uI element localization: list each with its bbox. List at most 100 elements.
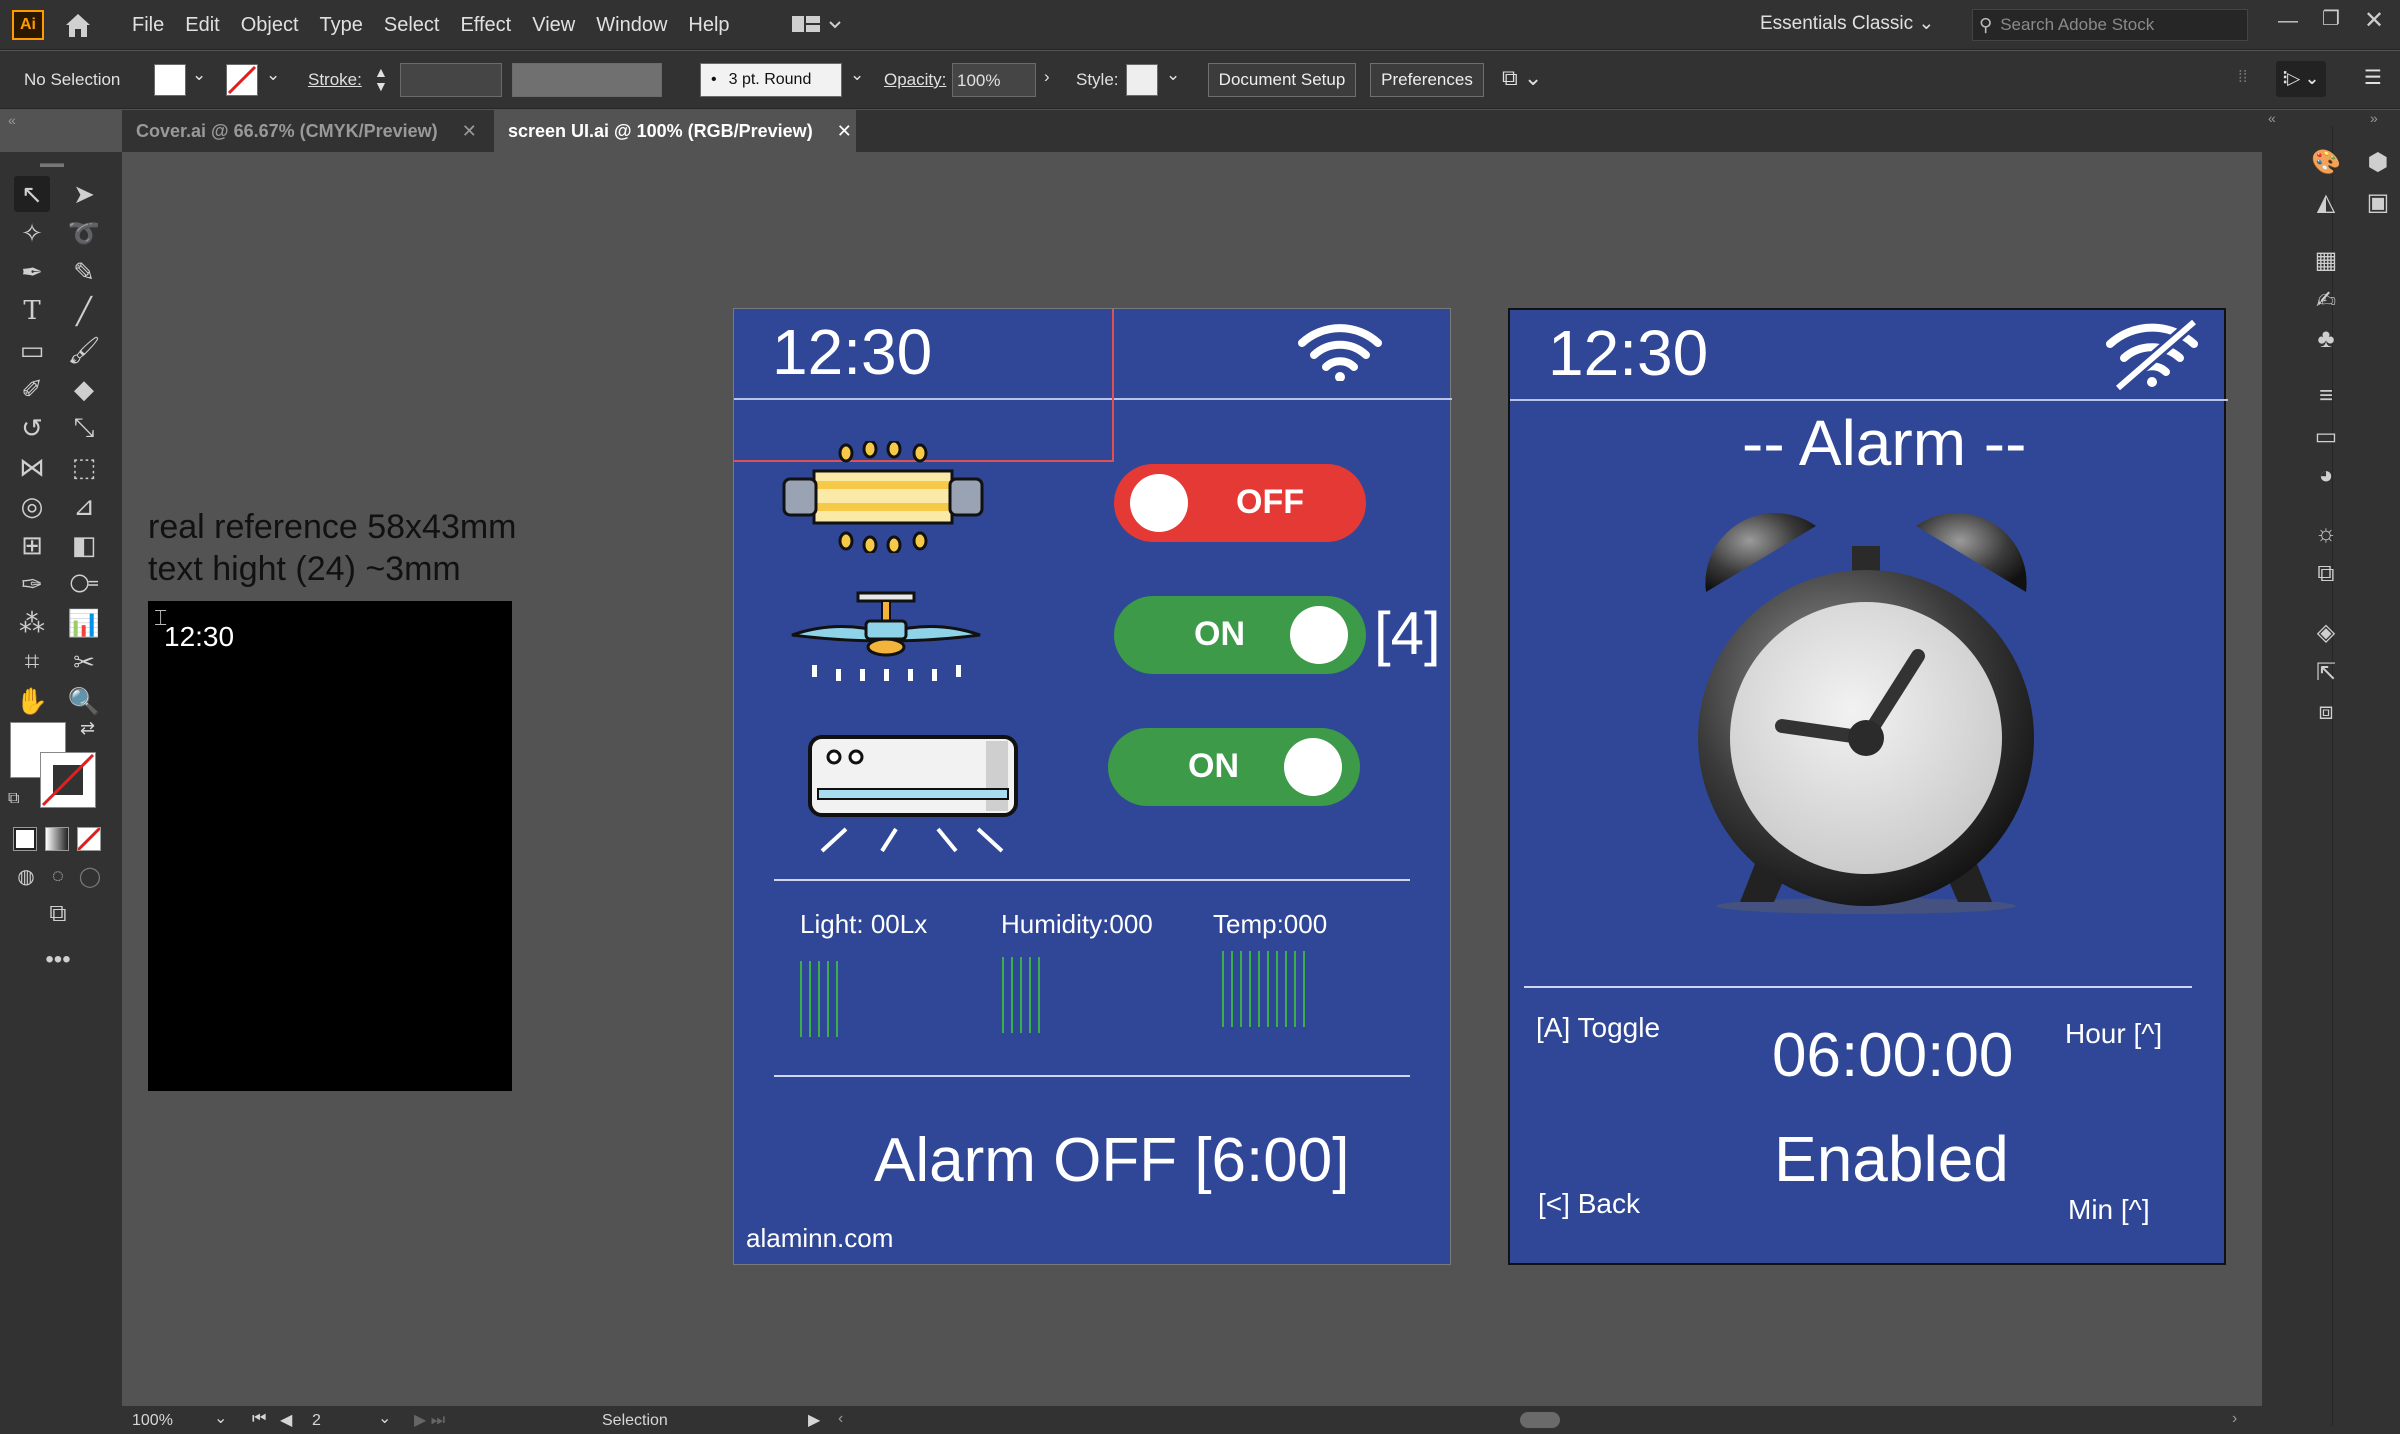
shaper-tool-icon[interactable]: ✐: [14, 371, 50, 407]
stroke-weight-field[interactable]: [400, 63, 502, 97]
fill-chevron-icon[interactable]: ⌄: [192, 65, 206, 85]
draw-normal-icon[interactable]: ◍: [8, 858, 44, 894]
hand-tool-icon[interactable]: ✋: [14, 683, 50, 719]
first-artboard-icon[interactable]: ⏮: [252, 1410, 266, 1428]
previous-artboard-icon[interactable]: ◀: [280, 1410, 292, 1430]
swap-fill-stroke-icon[interactable]: ⇄: [80, 718, 95, 739]
tab-cover[interactable]: Cover.ai @ 66.67% (CMYK/Preview) ✕: [122, 110, 492, 152]
curvature-tool-icon[interactable]: ✎: [66, 254, 102, 290]
draw-behind-icon[interactable]: ◌: [40, 858, 76, 894]
symbol-sprayer-icon[interactable]: ⁂: [14, 605, 50, 641]
export-icon[interactable]: ⇱: [2308, 654, 2344, 690]
opacity-field[interactable]: 100%: [952, 63, 1036, 97]
layers-icon[interactable]: ◈: [2308, 614, 2344, 650]
graph-tool-icon[interactable]: 📊: [66, 605, 102, 641]
status-menu-icon[interactable]: ▶: [808, 1410, 820, 1430]
opacity-arrow-icon[interactable]: ›: [1044, 67, 1050, 87]
preferences-button[interactable]: Preferences: [1370, 63, 1484, 97]
stroke-swatch[interactable]: [226, 64, 258, 96]
more-tools-icon[interactable]: •••: [40, 942, 76, 978]
swatches-icon[interactable]: ▦: [2308, 242, 2344, 278]
home-icon[interactable]: [62, 10, 94, 40]
direct-selection-tool-icon[interactable]: ➤: [66, 176, 102, 212]
graphic-styles-icon[interactable]: ⧉: [2308, 556, 2344, 592]
dock-expand-icon[interactable]: »: [2370, 110, 2378, 126]
scroll-right-icon[interactable]: ›: [2232, 1410, 2237, 1428]
document-setup-button[interactable]: Document Setup: [1208, 63, 1356, 97]
gradient-panel-icon[interactable]: ▭: [2308, 418, 2344, 454]
lasso-icon[interactable]: ➰: [66, 215, 102, 251]
opacity-label[interactable]: Opacity:: [884, 70, 946, 90]
menu-edit[interactable]: Edit: [185, 14, 219, 37]
transparency-icon[interactable]: ◕: [2308, 458, 2344, 494]
rotate-tool-icon[interactable]: ↺: [14, 410, 50, 446]
eyedropper-icon[interactable]: ✑: [14, 566, 50, 602]
brush-chevron-icon[interactable]: ⌄: [850, 65, 864, 85]
pen-tool-icon[interactable]: ✒: [14, 254, 50, 290]
color-guide-icon[interactable]: ◭: [2308, 184, 2344, 220]
reference-preview[interactable]: 12:30 ⌶: [148, 601, 512, 1091]
stroke-label[interactable]: Stroke:: [308, 70, 362, 90]
gradient-mode-icon[interactable]: [45, 827, 69, 851]
brushes-icon[interactable]: ✍: [2308, 282, 2344, 318]
artboard-dashboard[interactable]: 12:30 OFF ON [4] ON Light: 00Lx Humidity…: [733, 308, 1452, 1265]
stroke-stepper[interactable]: ▲ ▼: [374, 65, 388, 93]
stroke-color-icon[interactable]: [40, 752, 96, 808]
rectangle-tool-icon[interactable]: ▭: [14, 332, 50, 368]
lamp-toggle[interactable]: OFF: [1114, 464, 1366, 542]
arrange-documents-icon[interactable]: [792, 14, 842, 36]
artboard-number[interactable]: 2: [312, 1412, 321, 1430]
magic-wand-icon[interactable]: ✧: [14, 215, 50, 251]
artboard-tool-icon[interactable]: ⌗: [14, 644, 50, 680]
stroke-chevron-icon[interactable]: ⌄: [266, 65, 280, 85]
menu-select[interactable]: Select: [384, 14, 440, 37]
scroll-left-icon[interactable]: ‹: [838, 1410, 843, 1428]
menu-window[interactable]: Window: [596, 14, 667, 37]
artboards-panel-icon[interactable]: ⧈: [2308, 694, 2344, 730]
menu-effect[interactable]: Effect: [460, 14, 511, 37]
screen-mode-icon[interactable]: ⧉: [40, 896, 76, 932]
zoom-level[interactable]: 100%: [132, 1412, 173, 1430]
appearance-icon[interactable]: ☼: [2308, 516, 2344, 552]
panel-menu-icon[interactable]: ☰: [2364, 65, 2382, 90]
draw-inside-icon[interactable]: ◯: [72, 858, 108, 894]
style-chevron-icon[interactable]: ⌄: [1166, 65, 1180, 85]
fill-swatch[interactable]: [154, 64, 186, 96]
fan-toggle[interactable]: ON: [1114, 596, 1366, 674]
symbols-icon[interactable]: ♣: [2308, 320, 2344, 356]
menu-file[interactable]: File: [132, 14, 164, 37]
properties-toggle-icon[interactable]: ⫶▷ ⌄: [2276, 61, 2326, 97]
horizontal-scroll-thumb[interactable]: [1520, 1412, 1560, 1428]
search-stock[interactable]: ⚲ Search Adobe Stock: [1972, 9, 2248, 41]
none-mode-icon[interactable]: [76, 826, 102, 852]
properties-icon[interactable]: ▣: [2360, 184, 2396, 220]
selection-tool-icon[interactable]: ↖: [14, 176, 50, 212]
paintbrush-icon[interactable]: 🖌: [66, 332, 102, 368]
free-transform-icon[interactable]: ⬚: [66, 449, 102, 485]
panel-grip-icon[interactable]: ⁞⁞: [2238, 67, 2247, 87]
next-artboard-icon[interactable]: ▶ ⏭: [414, 1410, 445, 1430]
artboard-chevron-icon[interactable]: ⌄: [378, 1408, 391, 1428]
brush-definition[interactable]: • 3 pt. Round: [700, 63, 842, 97]
color-panel-icon[interactable]: 🎨: [2308, 144, 2344, 180]
eraser-icon[interactable]: ◆: [66, 371, 102, 407]
width-tool-icon[interactable]: ⋈: [14, 449, 50, 485]
default-colors-icon[interactable]: ⧉: [8, 790, 19, 808]
app-logo[interactable]: Ai: [12, 10, 44, 40]
mesh-tool-icon[interactable]: ⊞: [14, 527, 50, 563]
ac-toggle[interactable]: ON: [1108, 728, 1360, 806]
stroke-panel-icon[interactable]: ≡: [2308, 378, 2344, 414]
dock-collapse-icon[interactable]: «: [2268, 110, 2276, 126]
blend-tool-icon[interactable]: ⧃: [66, 566, 102, 602]
gradient-tool-icon[interactable]: ◧: [66, 527, 102, 563]
variable-width-profile[interactable]: [512, 63, 662, 97]
toolbar-collapse-icon[interactable]: «: [8, 112, 16, 128]
workspace-switcher[interactable]: Essentials Classic ⌄: [1760, 12, 1934, 35]
slice-tool-icon[interactable]: ✂: [66, 644, 102, 680]
close-window-button[interactable]: ✕: [2364, 6, 2388, 35]
canvas[interactable]: real reference 58x43mm text hight (24) ~…: [122, 152, 2242, 1406]
style-swatch[interactable]: [1126, 64, 1158, 96]
arrange-icon[interactable]: ⧉ ⌄: [1502, 65, 1542, 91]
line-tool-icon[interactable]: ╱: [66, 293, 102, 329]
libraries-icon[interactable]: ⬢: [2360, 144, 2396, 180]
